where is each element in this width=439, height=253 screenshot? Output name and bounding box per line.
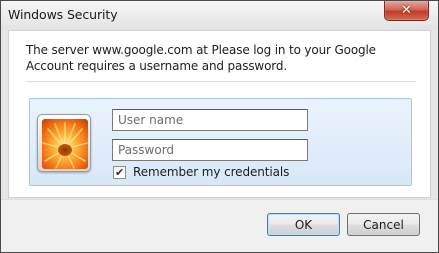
password-input[interactable] [112,139,308,161]
separator [26,81,416,82]
checkmark-icon: ✔ [115,166,125,179]
credential-tile: ✔ Remember my credentials [29,98,412,186]
cancel-button[interactable]: Cancel [347,213,420,236]
ok-button[interactable]: OK [267,213,340,236]
close-button[interactable]: ✕ [384,1,429,21]
title-bar[interactable]: Windows Security ✕ [1,1,438,30]
username-input[interactable] [112,109,308,131]
windows-security-dialog: Windows Security ✕ The server www.google… [0,0,439,253]
prompt-message: The server www.google.com at Please log … [26,43,376,73]
dialog-content: The server www.google.com at Please log … [8,30,431,198]
user-tile-flower-icon [42,119,88,169]
remember-credentials-checkbox[interactable]: ✔ [113,166,126,179]
close-icon: ✕ [401,3,412,18]
remember-credentials-label[interactable]: Remember my credentials [133,165,289,180]
window-title: Windows Security [8,7,118,22]
avatar [37,114,91,172]
button-bar: OK Cancel [1,199,438,252]
